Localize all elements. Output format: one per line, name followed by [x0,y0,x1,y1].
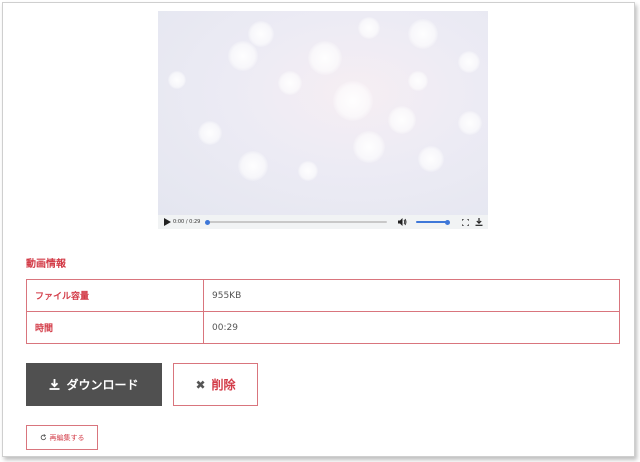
time-display: 0:00 / 0:29 [173,215,200,229]
reedit-label: 再編集する [49,433,85,442]
row-value: 00:29 [203,311,620,344]
bokeh-light [228,41,258,71]
download-icon[interactable] [474,215,484,229]
delete-button[interactable]: ✖ 削除 [173,363,258,406]
bokeh-light [168,71,186,89]
fullscreen-icon[interactable] [460,215,470,229]
table-row: ファイル容量 955KB [26,279,620,312]
current-time: 0:00 [173,219,185,225]
play-icon[interactable] [162,215,172,229]
info-table: ファイル容量 955KB 時間 00:29 [26,279,620,344]
download-label: ダウンロード [66,378,139,392]
video-controls: 0:00 / 0:29 [158,215,488,229]
volume-slider[interactable] [416,219,450,225]
bokeh-light [458,111,482,135]
bokeh-light [353,131,385,163]
row-label: ファイル容量 [26,279,204,312]
reedit-button[interactable]: 再編集する [26,425,98,450]
video-frame[interactable] [158,11,488,215]
bokeh-light [333,81,373,121]
bokeh-light [458,51,480,73]
bokeh-light [358,17,380,39]
bokeh-light [238,151,268,181]
bokeh-light [308,41,342,75]
download-icon [49,379,60,390]
bokeh-light [388,106,416,134]
row-label: 時間 [26,311,204,344]
row-value: 955KB [203,279,620,312]
delete-label: 削除 [211,378,236,392]
refresh-icon [40,434,46,441]
bokeh-light [418,146,444,172]
download-button[interactable]: ダウンロード [26,363,162,406]
seek-bar[interactable] [205,219,387,225]
volume-icon[interactable] [397,215,407,229]
bokeh-light [298,161,318,181]
close-icon: ✖ [195,377,206,392]
bokeh-light [198,121,222,145]
seek-handle[interactable] [205,219,210,225]
bokeh-light [408,19,438,49]
bokeh-light [408,71,428,91]
duration: 0:29 [189,219,201,225]
page-frame: 0:00 / 0:29 動画情報 ファイル容量 955KB 時間 00:29 ダ… [2,2,635,457]
table-row: 時間 00:29 [26,311,620,344]
volume-handle[interactable] [445,219,450,225]
bokeh-light [278,71,302,95]
video-player[interactable]: 0:00 / 0:29 [158,11,488,229]
section-title: 動画情報 [26,259,66,270]
